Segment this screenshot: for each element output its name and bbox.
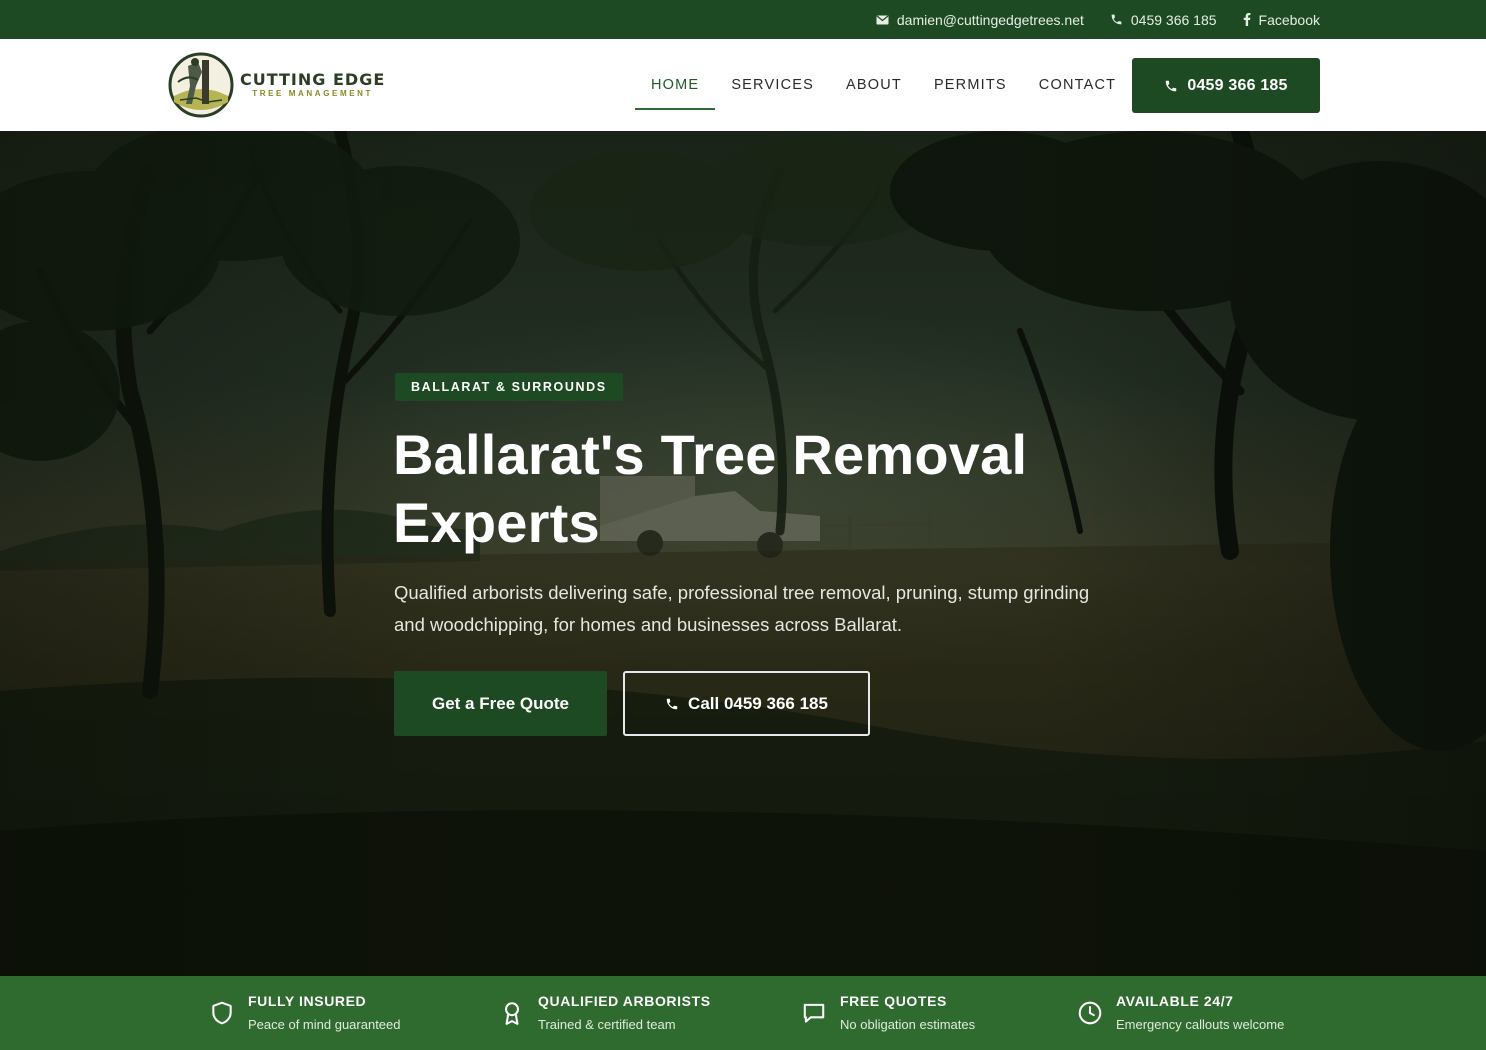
shield-icon (212, 1001, 232, 1025)
award-icon (505, 1002, 519, 1025)
free-quote-button[interactable]: Get a Free Quote (394, 671, 607, 736)
nav-item-services[interactable]: SERVICES (715, 39, 830, 131)
topbar-facebook-text: Facebook (1258, 11, 1320, 28)
topbar-phone-text: 0459 366 185 (1130, 11, 1217, 28)
site-logo[interactable]: CUTTING EDGE TREE MANAGEMENT (168, 51, 398, 119)
feature-available-24-7: AVAILABLE 24/7 Emergency callouts welcom… (1076, 976, 1284, 1050)
feature-subtitle: Peace of mind guaranteed (248, 1017, 401, 1032)
hero-subtitle: Qualified arborists delivering safe, pro… (394, 582, 1090, 635)
logo-sub-text: TREE MANAGEMENT (252, 89, 374, 98)
feature-qualified-arborists: QUALIFIED ARBORISTS Trained & certified … (498, 976, 711, 1050)
logo-main-text: CUTTING EDGE (240, 70, 386, 89)
hero-call-label: Call 0459 366 185 (688, 693, 828, 713)
hero-title-line-2: Experts (393, 491, 600, 554)
topbar-email-text: damien@cuttingedgetrees.net (896, 11, 1084, 28)
feature-free-quotes: FREE QUOTES No obligation estimates (800, 976, 975, 1050)
facebook-icon (1243, 13, 1250, 26)
header-call-label: 0459 366 185 (1187, 76, 1288, 94)
feature-title: FREE QUOTES (840, 993, 947, 1009)
location-badge: BALLARAT & SURROUNDS (395, 373, 623, 401)
nav-item-home[interactable]: HOME (635, 39, 716, 131)
feature-title: FULLY INSURED (248, 993, 367, 1009)
feature-fully-insured: FULLY INSURED Peace of mind guaranteed (208, 976, 401, 1050)
feature-subtitle: No obligation estimates (840, 1017, 976, 1032)
nav-item-contact[interactable]: CONTACT (1023, 39, 1132, 131)
feature-title: AVAILABLE 24/7 (1116, 993, 1234, 1009)
topbar-phone-link[interactable]: 0459 366 185 (1110, 12, 1217, 28)
topbar-email-link[interactable]: damien@cuttingedgetrees.net (876, 12, 1084, 28)
hero-call-button[interactable]: Call 0459 366 185 (623, 671, 870, 736)
logo-wordmark: CUTTING EDGE TREE MANAGEMENT (240, 71, 385, 99)
mail-icon (876, 15, 889, 24)
top-utility-bar: damien@cuttingedgetrees.net 0459 366 185… (0, 0, 1486, 39)
chat-icon (803, 1003, 825, 1023)
clock-icon (1078, 1001, 1102, 1025)
feature-subtitle: Trained & certified team (538, 1017, 676, 1032)
nav-item-about[interactable]: ABOUT (830, 39, 918, 131)
phone-icon (666, 698, 678, 709)
feature-subtitle: Emergency callouts welcome (1116, 1017, 1285, 1032)
logo-arborist-emblem-icon (168, 52, 234, 118)
feature-title: QUALIFIED ARBORISTS (538, 993, 711, 1009)
main-nav: HOME SERVICES ABOUT PERMITS CONTACT (635, 39, 1132, 131)
hero-title: Ballarat's Tree Removal Experts (393, 421, 1113, 557)
features-strip: FULLY INSURED Peace of mind guaranteed Q… (0, 976, 1486, 1050)
hero-title-line-1: Ballarat's Tree Removal (393, 423, 1028, 486)
site-header: CUTTING EDGE TREE MANAGEMENT HOME SERVIC… (0, 39, 1486, 131)
nav-item-permits[interactable]: PERMITS (918, 39, 1023, 131)
phone-icon (1166, 80, 1177, 91)
topbar-facebook-link[interactable]: Facebook (1243, 12, 1320, 28)
phone-icon (1111, 14, 1122, 25)
header-call-button[interactable]: 0459 366 185 (1132, 58, 1320, 113)
hero-section: BALLARAT & SURROUNDS Ballarat's Tree Rem… (0, 131, 1486, 976)
